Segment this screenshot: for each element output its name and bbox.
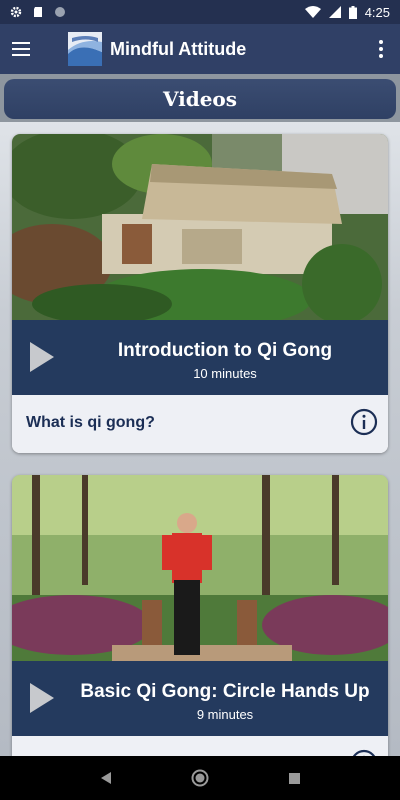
play-icon[interactable] — [30, 683, 54, 713]
app-logo — [68, 32, 102, 66]
signal-icon — [328, 6, 341, 18]
video-title: Introduction to Qi Gong — [117, 340, 333, 361]
wifi-icon — [304, 6, 321, 18]
video-description: What is qi gong? — [26, 414, 155, 431]
video-card[interactable]: Introduction to Qi Gong 10 minutes What … — [12, 134, 388, 453]
video-card[interactable]: Basic Qi Gong: Circle Hands Up 9 minutes — [12, 475, 388, 756]
app-bar: Mindful Attitude — [0, 24, 400, 74]
info-icon[interactable] — [350, 749, 378, 756]
back-icon[interactable] — [99, 771, 113, 785]
section-title: Videos — [4, 79, 396, 119]
video-info-bar[interactable]: Basic Qi Gong: Circle Hands Up 9 minutes — [12, 661, 388, 736]
video-title: Basic Qi Gong: Circle Hands Up — [80, 681, 370, 702]
status-bar: 4:25 — [0, 0, 400, 24]
overflow-menu-icon[interactable] — [374, 36, 388, 62]
video-duration: 10 minutes — [193, 366, 257, 381]
sd-card-icon — [34, 7, 42, 17]
video-list[interactable]: Introduction to Qi Gong 10 minutes What … — [0, 122, 400, 756]
dot-icon — [55, 7, 65, 17]
video-thumbnail[interactable] — [12, 475, 388, 661]
home-icon[interactable] — [191, 769, 209, 787]
video-description-row[interactable] — [12, 736, 388, 756]
video-info-bar[interactable]: Introduction to Qi Gong 10 minutes — [12, 320, 388, 395]
play-icon[interactable] — [30, 342, 54, 372]
system-nav-bar — [0, 756, 400, 800]
menu-icon[interactable] — [12, 36, 38, 62]
video-thumbnail[interactable] — [12, 134, 388, 320]
info-icon[interactable] — [350, 408, 378, 436]
settings-icon — [10, 6, 22, 18]
app-title: Mindful Attitude — [110, 38, 247, 59]
recents-icon[interactable] — [288, 772, 301, 785]
video-description-row[interactable]: What is qi gong? — [12, 395, 388, 453]
status-time: 4:25 — [364, 4, 390, 20]
battery-icon — [348, 5, 357, 19]
video-duration: 9 minutes — [196, 707, 254, 722]
